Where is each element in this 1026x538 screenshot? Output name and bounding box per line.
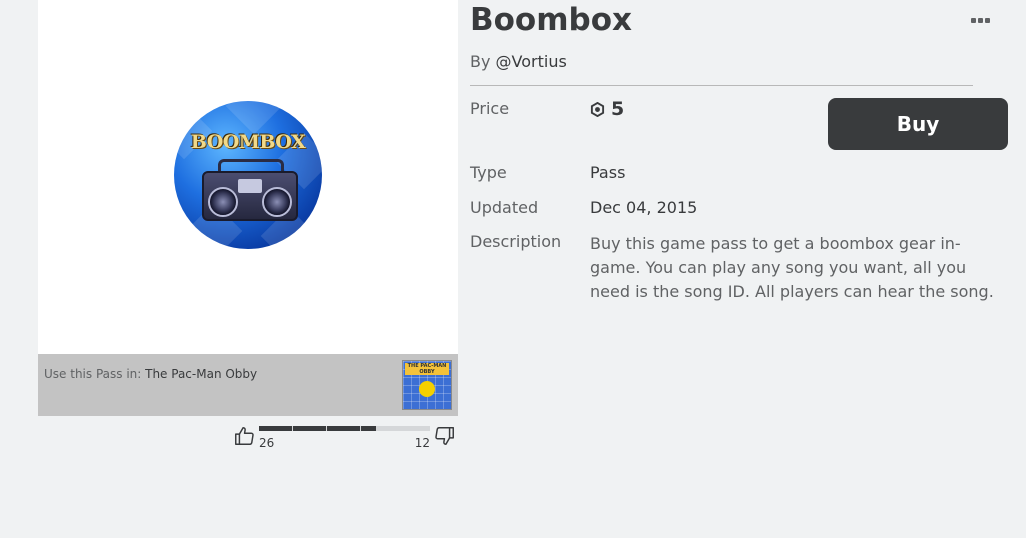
creator-line: By @Vortius	[470, 52, 567, 71]
game-link[interactable]: The Pac-Man Obby	[145, 367, 257, 381]
creator-prefix: By	[470, 52, 491, 71]
type-label: Type	[470, 163, 507, 182]
use-pass-in-bar: Use this Pass in: The Pac-Man Obby THE P…	[38, 354, 458, 416]
boombox-art	[202, 171, 298, 221]
buy-button[interactable]: Buy	[828, 98, 1008, 150]
game-thumbnail-title: THE PAC-MAN OBBY	[405, 363, 449, 375]
robux-icon	[590, 101, 605, 117]
use-pass-in-text: Use this Pass in: The Pac-Man Obby	[44, 367, 257, 381]
thumbs-down-icon[interactable]	[434, 425, 456, 447]
description-label: Description	[470, 232, 562, 251]
price-value: 5	[590, 98, 624, 120]
price-label: Price	[470, 99, 510, 118]
more-icon[interactable]	[971, 18, 991, 26]
upvote-count: 26	[259, 436, 275, 450]
updated-value: Dec 04, 2015	[590, 198, 698, 217]
description-text: Buy this game pass to get a boombox gear…	[590, 234, 994, 301]
use-pass-in-prefix: Use this Pass in:	[44, 367, 142, 381]
thumbs-up-icon[interactable]	[233, 425, 255, 447]
price-amount: 5	[611, 98, 625, 120]
type-value: Pass	[590, 163, 626, 182]
item-thumbnail-card: BOOMBOX Use this Pass in: The Pac-Man Ob…	[38, 0, 458, 416]
downvote-count: 12	[414, 436, 430, 450]
item-thumbnail-image: BOOMBOX	[174, 101, 322, 249]
thumbnail-title-art: BOOMBOX	[190, 131, 306, 153]
title-divider	[470, 85, 973, 86]
vote-ratio-bar	[259, 426, 430, 431]
game-thumbnail[interactable]: THE PAC-MAN OBBY	[402, 360, 452, 410]
creator-link[interactable]: @Vortius	[496, 52, 567, 71]
updated-label: Updated	[470, 198, 539, 217]
item-title: Boombox	[470, 2, 633, 38]
